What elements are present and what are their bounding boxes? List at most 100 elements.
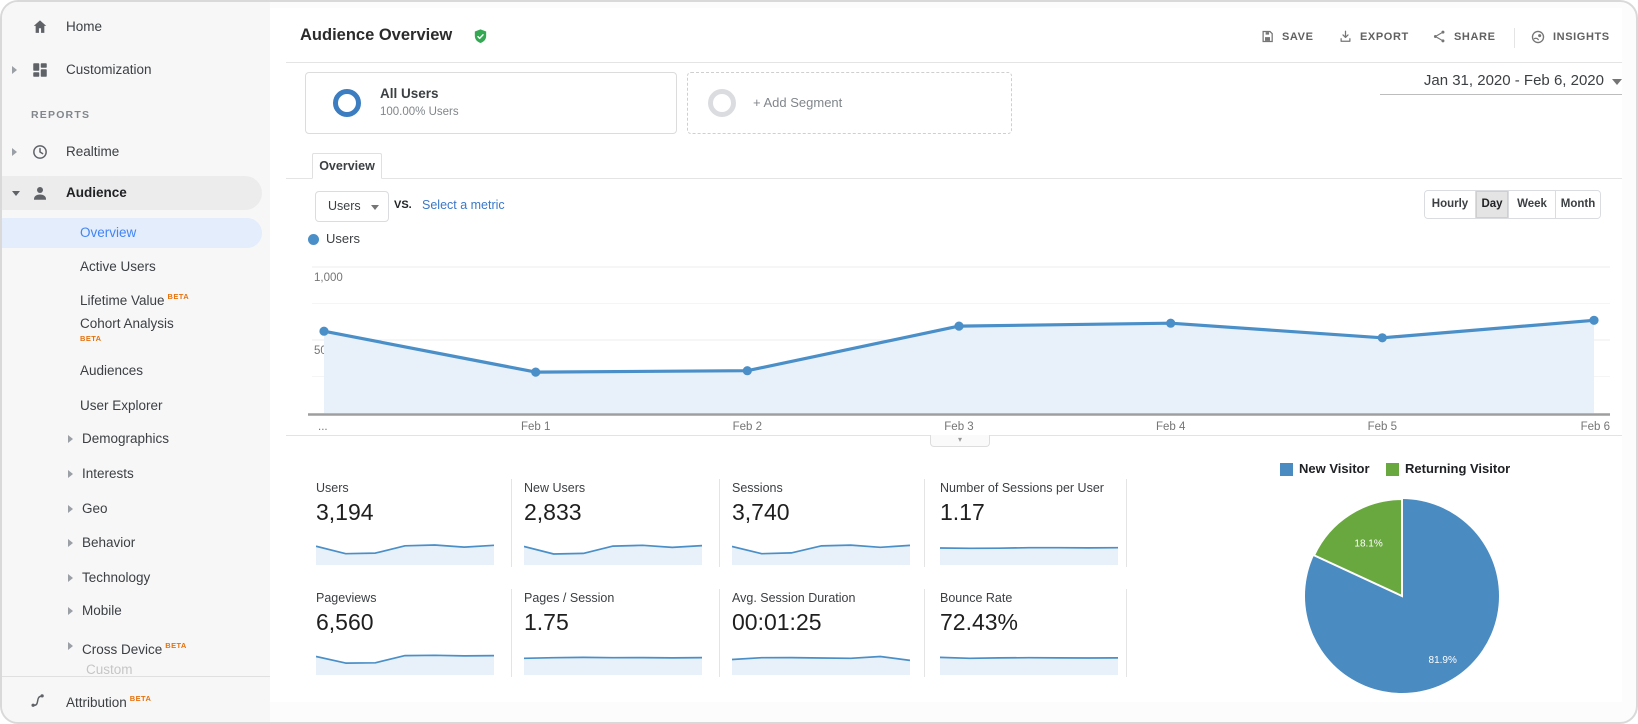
person-icon [34, 187, 46, 200]
chevron-right-icon [68, 470, 73, 478]
export-button[interactable]: EXPORT [1338, 29, 1409, 44]
sparkline-new-users [524, 544, 702, 565]
sidebar-item-audiences[interactable]: Audiences [2, 356, 270, 386]
segment-name: All Users [380, 86, 439, 101]
clock-icon [33, 145, 47, 159]
segment-detail: 100.00% Users [380, 106, 459, 118]
svg-text:Feb 6: Feb 6 [1581, 421, 1610, 433]
metric-divider [1126, 479, 1127, 567]
sidebar: Home Customization REPORTS Realtime Audi… [2, 2, 270, 722]
app-window: Home Customization REPORTS Realtime Audi… [0, 0, 1638, 724]
metric-label: Pages / Session [524, 591, 615, 605]
save-icon [1262, 30, 1273, 43]
metric-card-new-users[interactable]: New Users 2,833 [524, 481, 720, 567]
metric-value: 3,740 [732, 499, 790, 525]
sidebar-item-home[interactable]: Home [2, 12, 270, 42]
segment-card-all-users[interactable]: All Users 100.00% Users [305, 72, 677, 134]
sidebar-item-label: Demographics [82, 431, 170, 446]
granularity-control: Hourly Day Week Month [1424, 190, 1601, 219]
sidebar-item-customization[interactable]: Customization [2, 55, 270, 85]
sidebar-item-lifetime-value[interactable]: Lifetime Value BETA [2, 282, 270, 312]
metric-dropdown-label: Users [328, 199, 361, 213]
tab-row-divider [286, 178, 1622, 179]
svg-text:Feb 1: Feb 1 [521, 421, 550, 433]
sidebar-item-label: Overview [80, 225, 137, 240]
metric-card-pageviews[interactable]: Pageviews 6,560 [316, 591, 512, 677]
sidebar-item-cross-device[interactable]: Cross Device BETA [2, 631, 270, 661]
share-label: SHARE [1454, 30, 1496, 43]
legend-dot-users [308, 234, 319, 245]
metric-label: Pageviews [316, 591, 377, 605]
metric-divider [1126, 589, 1127, 677]
tab-overview[interactable]: Overview [312, 153, 382, 179]
metric-divider [511, 589, 512, 677]
visitor-type-pie-chart[interactable]: 18.1% 81.9% [1297, 491, 1509, 703]
users-line-chart[interactable]: 5001,000... Feb 1 Feb 2 Feb 3 Feb 4 Feb 5 Feb … [286, 250, 1622, 450]
sidebar-item-partial[interactable]: Custom [2, 662, 270, 675]
sidebar-item-attribution[interactable]: Attribution BETA [2, 684, 270, 714]
sidebar-item-demographics[interactable]: Demographics [2, 424, 270, 454]
sparkline-users [316, 544, 494, 565]
granularity-month-button[interactable]: Month [1555, 191, 1600, 218]
svg-text:Feb 5: Feb 5 [1368, 421, 1397, 433]
add-segment-card[interactable]: + Add Segment [687, 72, 1012, 134]
chart-collapse-handle[interactable]: ▾ [930, 435, 990, 447]
granularity-hourly-button[interactable]: Hourly [1425, 191, 1475, 218]
select-metric-link[interactable]: Select a metric [422, 198, 505, 212]
beta-badge: BETA [167, 292, 190, 301]
sidebar-item-user-explorer[interactable]: User Explorer [2, 391, 270, 421]
sidebar-item-active-users[interactable]: Active Users [2, 252, 270, 282]
sidebar-item-audience[interactable]: Audience [2, 178, 270, 208]
sidebar-item-label: Mobile [82, 603, 122, 618]
metric-card-users[interactable]: Users 3,194 [316, 481, 512, 567]
metric-card-sessions-per-user[interactable]: Number of Sessions per User 1.17 [940, 481, 1136, 567]
date-range-picker[interactable]: Jan 31, 2020 - Feb 6, 2020 [1380, 72, 1622, 95]
metric-dropdown[interactable]: Users [315, 191, 389, 222]
metric-card-avg-session-duration[interactable]: Avg. Session Duration 00:01:25 [732, 591, 928, 677]
actions-divider [1514, 28, 1515, 48]
shield-check-icon [474, 29, 487, 44]
chevron-right-icon [68, 505, 73, 513]
sparkline-sessions [732, 544, 910, 565]
sidebar-item-label: Custom [86, 662, 133, 675]
metric-value: 1.17 [940, 499, 985, 525]
sidebar-bottom-divider [2, 676, 270, 677]
metric-label: Sessions [732, 481, 783, 495]
sidebar-item-geo[interactable]: Geo [2, 494, 270, 524]
metric-divider [719, 479, 720, 567]
chevron-down-icon [12, 191, 20, 196]
sidebar-item-label: Interests [82, 466, 134, 481]
metric-label: Bounce Rate [940, 591, 1013, 605]
sidebar-item-interests[interactable]: Interests [2, 459, 270, 489]
metric-card-sessions[interactable]: Sessions 3,740 [732, 481, 928, 567]
sidebar-item-label: User Explorer [80, 398, 163, 413]
metric-divider [511, 479, 512, 567]
save-button[interactable]: SAVE [1260, 29, 1314, 44]
insights-label: INSIGHTS [1553, 31, 1610, 43]
legend-label-users: Users [326, 231, 360, 246]
svg-text:Feb 3: Feb 3 [944, 421, 973, 433]
segment-ring-icon [708, 89, 736, 117]
sidebar-item-overview[interactable]: Overview [2, 218, 270, 248]
metric-divider [719, 589, 720, 677]
metric-label: Users [316, 481, 349, 495]
metric-card-pages-per-session[interactable]: Pages / Session 1.75 [524, 591, 720, 677]
sidebar-item-label: Technology [82, 570, 151, 585]
sidebar-item-cohort-analysis[interactable]: Cohort Analysis [2, 309, 270, 339]
beta-badge: BETA [80, 334, 102, 343]
sparkline-bounce-rate [940, 656, 1118, 675]
metric-card-bounce-rate[interactable]: Bounce Rate 72.43% [940, 591, 1136, 677]
sidebar-item-behavior[interactable]: Behavior [2, 528, 270, 558]
sidebar-item-label: Behavior [82, 535, 136, 550]
insights-button[interactable]: INSIGHTS [1530, 29, 1610, 45]
beta-badge: BETA [165, 641, 187, 650]
svg-text:1,000: 1,000 [314, 272, 343, 284]
sidebar-item-label: Cross Device [82, 642, 163, 657]
sidebar-item-realtime[interactable]: Realtime [2, 137, 270, 167]
granularity-week-button[interactable]: Week [1508, 191, 1555, 218]
sidebar-item-technology[interactable]: Technology [2, 563, 270, 593]
granularity-day-button[interactable]: Day [1475, 191, 1508, 218]
beta-badge: BETA [129, 694, 152, 703]
share-button[interactable]: SHARE [1432, 29, 1496, 44]
sidebar-item-mobile[interactable]: Mobile [2, 596, 270, 626]
